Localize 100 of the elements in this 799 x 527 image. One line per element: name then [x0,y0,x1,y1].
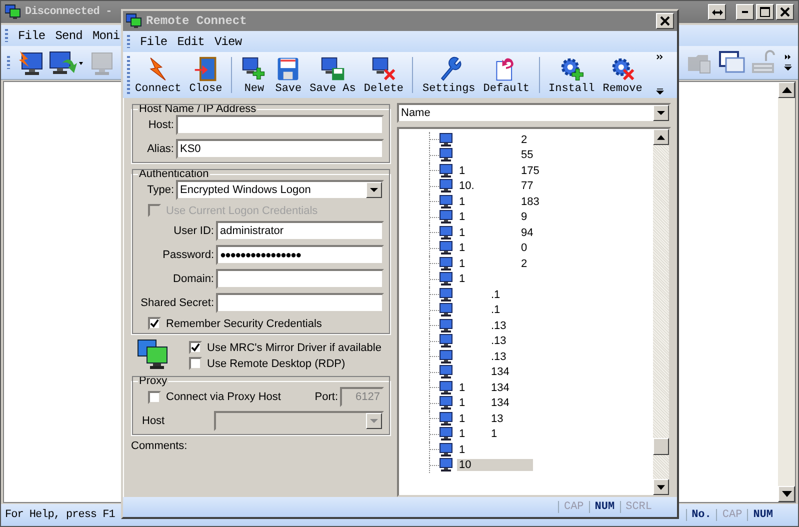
toolbar-button[interactable]: Remove [600,56,646,94]
close-button[interactable] [656,13,674,29]
computer-icon [439,334,453,348]
tree-item[interactable]: 1 1 [457,428,533,440]
toolbar-button[interactable]: Default [480,56,532,94]
tree-item[interactable]: .1 [457,288,533,301]
menu-item[interactable]: View [214,34,242,48]
window-title: Disconnected - [25,6,112,18]
tree-item[interactable]: 2 [457,134,533,146]
menu-item[interactable]: Moni [92,28,120,42]
tree-item[interactable]: 1 [457,444,533,456]
scroll-down-button[interactable] [778,486,795,502]
shared-secret-field[interactable] [216,293,384,313]
check-icon [150,319,159,328]
tree-item[interactable]: 10. 77 [457,180,536,192]
computer-icon [439,226,453,240]
tree-item[interactable]: 134 [457,366,533,378]
domain-field[interactable] [216,269,384,289]
grip-icon [127,35,130,48]
tree-item[interactable]: .1 [457,304,533,316]
maximize-button[interactable] [756,4,774,20]
field-label: Domain: [172,273,214,285]
monitors-icon [137,339,169,371]
tree-item[interactable]: .13 [457,350,533,363]
scrollbar[interactable] [653,129,669,495]
dropdown-icon [653,105,669,121]
group-label: Proxy [138,375,168,387]
type-dropdown[interactable]: Encrypted Windows Logon [176,180,384,200]
up-arrow-icon [782,87,792,93]
resize-icon [712,8,722,16]
scroll-down-button[interactable] [653,479,669,495]
toolbar-button[interactable]: Save As [306,56,359,94]
checkbox[interactable]: Use MRC's Mirror Driver if available [179,341,382,354]
computer-icon [439,318,453,333]
field-label: Host [141,415,166,427]
toolbar-button[interactable]: Install [546,56,598,94]
computer-icon [439,179,453,194]
tree-item[interactable]: 1 2 [457,258,533,270]
tree-item[interactable]: 1 183 [457,196,542,208]
toolbar-button[interactable]: Connect [132,56,184,94]
grip-icon [5,29,8,42]
tree-item[interactable]: 1 9 [457,211,533,224]
tree-item[interactable]: 1 13 [457,412,533,425]
toolbar-button[interactable]: New [238,56,270,94]
tree-item[interactable]: 1 134 [457,382,533,394]
chevron-icon[interactable] [784,52,792,72]
monitor-arrow-button[interactable] [48,48,84,76]
checkbox[interactable]: Use Remote Desktop (RDP) [179,357,382,370]
scroll-up-button[interactable] [653,129,669,145]
proxy-host-dropdown[interactable] [214,411,384,431]
toolbar-button[interactable]: Delete [360,56,406,94]
field-label: Password: [162,249,214,261]
help-text: For Help, press F1 [5,509,116,521]
tree-item[interactable]: .13 [457,320,533,332]
grip-icon [7,56,10,69]
alias-field[interactable]: KS0 [176,139,384,159]
status-indicator: NUM [747,509,778,521]
tree-item[interactable]: 1 134 [457,397,533,410]
monitors-icon [126,13,142,29]
computer-icon [439,164,453,178]
menu-item[interactable]: File [18,28,46,42]
tree-item[interactable]: .13 [457,335,533,348]
scroll-up-button[interactable] [778,82,795,98]
status-indicator: NUM [588,501,620,513]
tree-item[interactable]: 1 0 [457,242,533,254]
minimize-icon [742,11,748,13]
minimize-button[interactable] [736,4,754,20]
close-button[interactable] [776,4,794,20]
checkbox[interactable]: Remember Security Credentials [138,317,384,330]
computer-icon [439,412,453,426]
monitor-x-icon [370,56,397,82]
computer-icon [439,303,453,318]
scroll-thumb[interactable] [653,438,669,455]
grip-icon [127,56,130,94]
tree-item[interactable]: 1 175 [457,164,542,177]
tree-item[interactable]: 1 94 [457,226,536,239]
menu-item[interactable]: File [140,34,168,48]
tree-item[interactable]: 1 [457,273,533,286]
toolbar-button[interactable]: Close [186,56,226,94]
toolbar-button[interactable]: Save [272,56,305,94]
menu-item[interactable]: Send [55,28,82,42]
scrollbar[interactable] [778,82,795,502]
monitor-arrow-icon [48,48,84,76]
down-arrow-icon [657,484,665,490]
window-title: Remote Connect [146,14,247,28]
maximize-icon [760,7,770,17]
password-field[interactable]: ●●●●●●●●●●●●●●●● [216,245,384,265]
computer-icon [439,380,453,395]
sort-dropdown[interactable]: Name [397,103,671,123]
user-id-field[interactable]: administrator [216,221,384,241]
check-icon [191,343,200,352]
resize-button[interactable] [708,4,726,20]
host-field[interactable] [176,115,384,135]
tree-item[interactable]: 55 [457,149,536,162]
tree-item[interactable]: 10 [457,459,533,472]
checkbox[interactable]: Connect via Proxy Host [138,390,281,404]
computer-icon [439,442,453,457]
toolbar-button[interactable]: Settings [419,56,478,94]
menu-item[interactable]: Edit [177,34,204,48]
computer-icon [439,210,453,224]
